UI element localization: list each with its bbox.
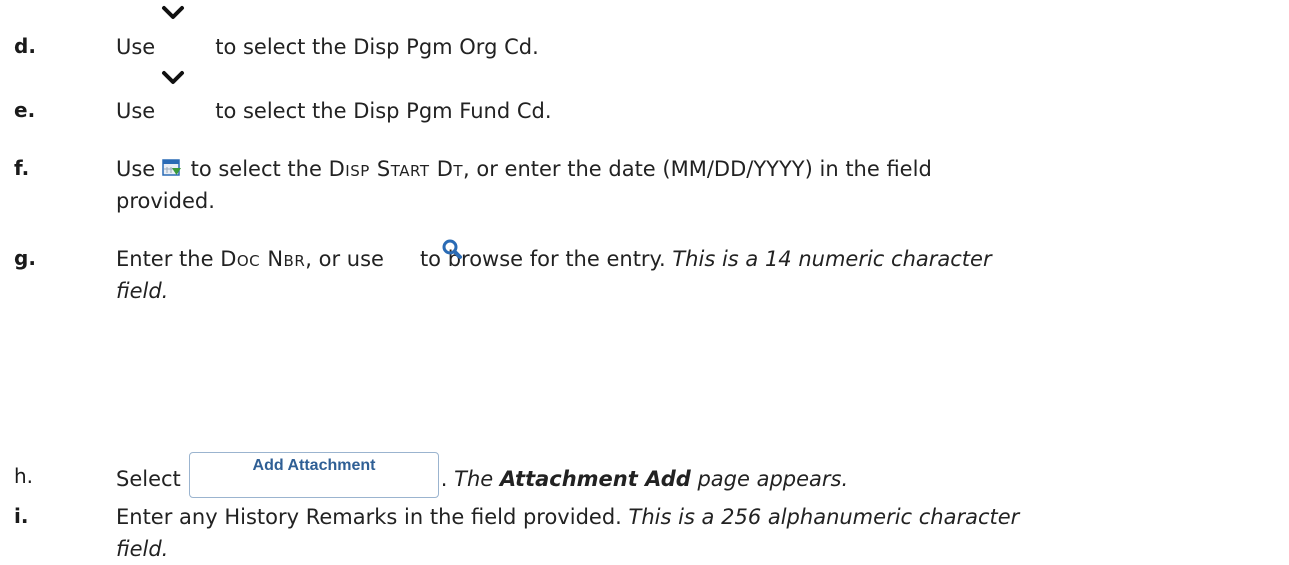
add-attachment-button[interactable]: Add Attachment <box>189 452 439 498</box>
use-label: Use <box>116 99 156 123</box>
chevron-down-icon <box>162 6 184 19</box>
step-text: Enter any History Remarks in the field p… <box>116 501 1266 565</box>
instruction-pre: to select the <box>190 157 322 181</box>
note-page-name: Attachment Add <box>499 467 691 491</box>
instruction: to select the Disp Pgm Fund Cd. <box>215 99 552 123</box>
select-label: Select <box>116 467 181 491</box>
note-line2: field. <box>116 537 169 561</box>
use-label: Use <box>116 35 156 59</box>
note: This is a 14 numeric character <box>672 247 992 271</box>
instruction-post: , or enter the date (MM/DD/YYYY) in the … <box>463 157 932 181</box>
use-label: Use <box>116 157 156 181</box>
instruction: to select the Disp Pgm Org Cd. <box>215 35 539 59</box>
calendar-icon <box>162 159 181 176</box>
step-letter: h. <box>14 464 34 488</box>
chevron-down-icon <box>162 71 184 84</box>
step-letter: f. <box>14 156 30 180</box>
note-pre: The <box>454 467 494 491</box>
instruction-mid: , or use <box>305 247 384 271</box>
instruction-pre: Enter the <box>116 247 214 271</box>
step-text: Use to select the Disp Start Dt, or ente… <box>116 153 1266 217</box>
note-line2: field. <box>116 279 169 303</box>
step-letter: g. <box>14 246 36 270</box>
search-icon <box>442 239 462 259</box>
step-letter: e. <box>14 98 36 122</box>
step-text: Use to select the Disp Pgm Org Cd. <box>116 31 1266 63</box>
field-name: Doc Nbr <box>220 247 306 271</box>
instruction: Enter any History Remarks in the field p… <box>116 505 622 529</box>
step-letter: i. <box>14 504 29 528</box>
step-text: Use to select the Disp Pgm Fund Cd. <box>116 95 1266 127</box>
step-text: Enter the Doc Nbr, or use to browse for t… <box>116 243 1266 307</box>
step-letter: d. <box>14 34 36 58</box>
note: This is a 256 alphanumeric character <box>628 505 1020 529</box>
period: . <box>440 467 448 491</box>
field-name: Disp Start Dt <box>328 157 464 181</box>
instruction-line2: provided. <box>116 189 215 213</box>
note-post: page appears. <box>697 467 849 491</box>
